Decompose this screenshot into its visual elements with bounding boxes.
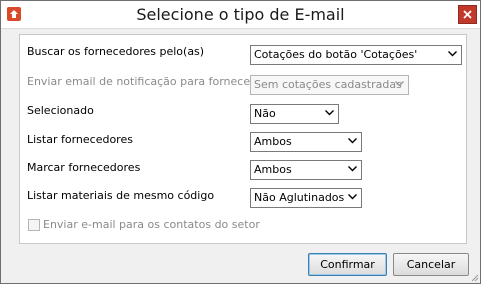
email-type-dialog: Selecione o tipo de E-mail Buscar os for… bbox=[0, 0, 481, 284]
selected-value: Não bbox=[254, 107, 276, 120]
chevron-down-icon bbox=[348, 166, 357, 172]
search-suppliers-select[interactable]: Cotações do botão 'Cotações' bbox=[250, 45, 462, 65]
notify-suppliers-value: Sem cotações cadastradas bbox=[254, 78, 402, 91]
list-materials-value: Não Aglutinados bbox=[254, 191, 345, 204]
chevron-down-icon bbox=[348, 138, 357, 144]
chevron-down-icon bbox=[325, 110, 334, 116]
list-suppliers-value: Ambos bbox=[254, 135, 292, 148]
chevron-down-icon bbox=[348, 194, 357, 200]
options-panel: Buscar os fornecedores pelo(as) Cotações… bbox=[19, 34, 467, 244]
list-materials-select[interactable]: Não Aglutinados bbox=[250, 188, 362, 208]
dialog-title: Selecione o tipo de E-mail bbox=[136, 5, 345, 24]
list-materials-label: Listar materiais de mesmo código bbox=[27, 189, 215, 202]
close-button[interactable] bbox=[458, 5, 477, 24]
search-suppliers-value: Cotações do botão 'Cotações' bbox=[254, 48, 418, 61]
mark-suppliers-select[interactable]: Ambos bbox=[250, 160, 362, 180]
title-bar: Selecione o tipo de E-mail bbox=[1, 1, 480, 29]
selected-label: Selecionado bbox=[27, 104, 94, 117]
selected-select[interactable]: Não bbox=[250, 104, 339, 124]
mark-suppliers-value: Ambos bbox=[254, 163, 292, 176]
send-to-sector-contacts-checkbox[interactable] bbox=[28, 219, 40, 231]
search-suppliers-label: Buscar os fornecedores pelo(as) bbox=[27, 45, 205, 58]
confirm-button[interactable]: Confirmar bbox=[308, 253, 387, 276]
send-to-sector-contacts-label: Enviar e-mail para os contatos do setor bbox=[43, 218, 260, 231]
cancel-button[interactable]: Cancelar bbox=[393, 253, 469, 276]
mark-suppliers-label: Marcar fornecedores bbox=[27, 161, 141, 174]
chevron-down-icon bbox=[448, 51, 457, 57]
resize-grip-icon[interactable] bbox=[469, 272, 479, 282]
close-icon bbox=[463, 10, 472, 19]
notify-suppliers-select[interactable]: Sem cotações cadastradas bbox=[250, 75, 409, 95]
list-suppliers-label: Listar fornecedores bbox=[27, 133, 133, 146]
notify-suppliers-label: Enviar email de notificação para fornece… bbox=[27, 75, 281, 88]
list-suppliers-select[interactable]: Ambos bbox=[250, 132, 362, 152]
chevron-down-icon bbox=[395, 81, 404, 87]
